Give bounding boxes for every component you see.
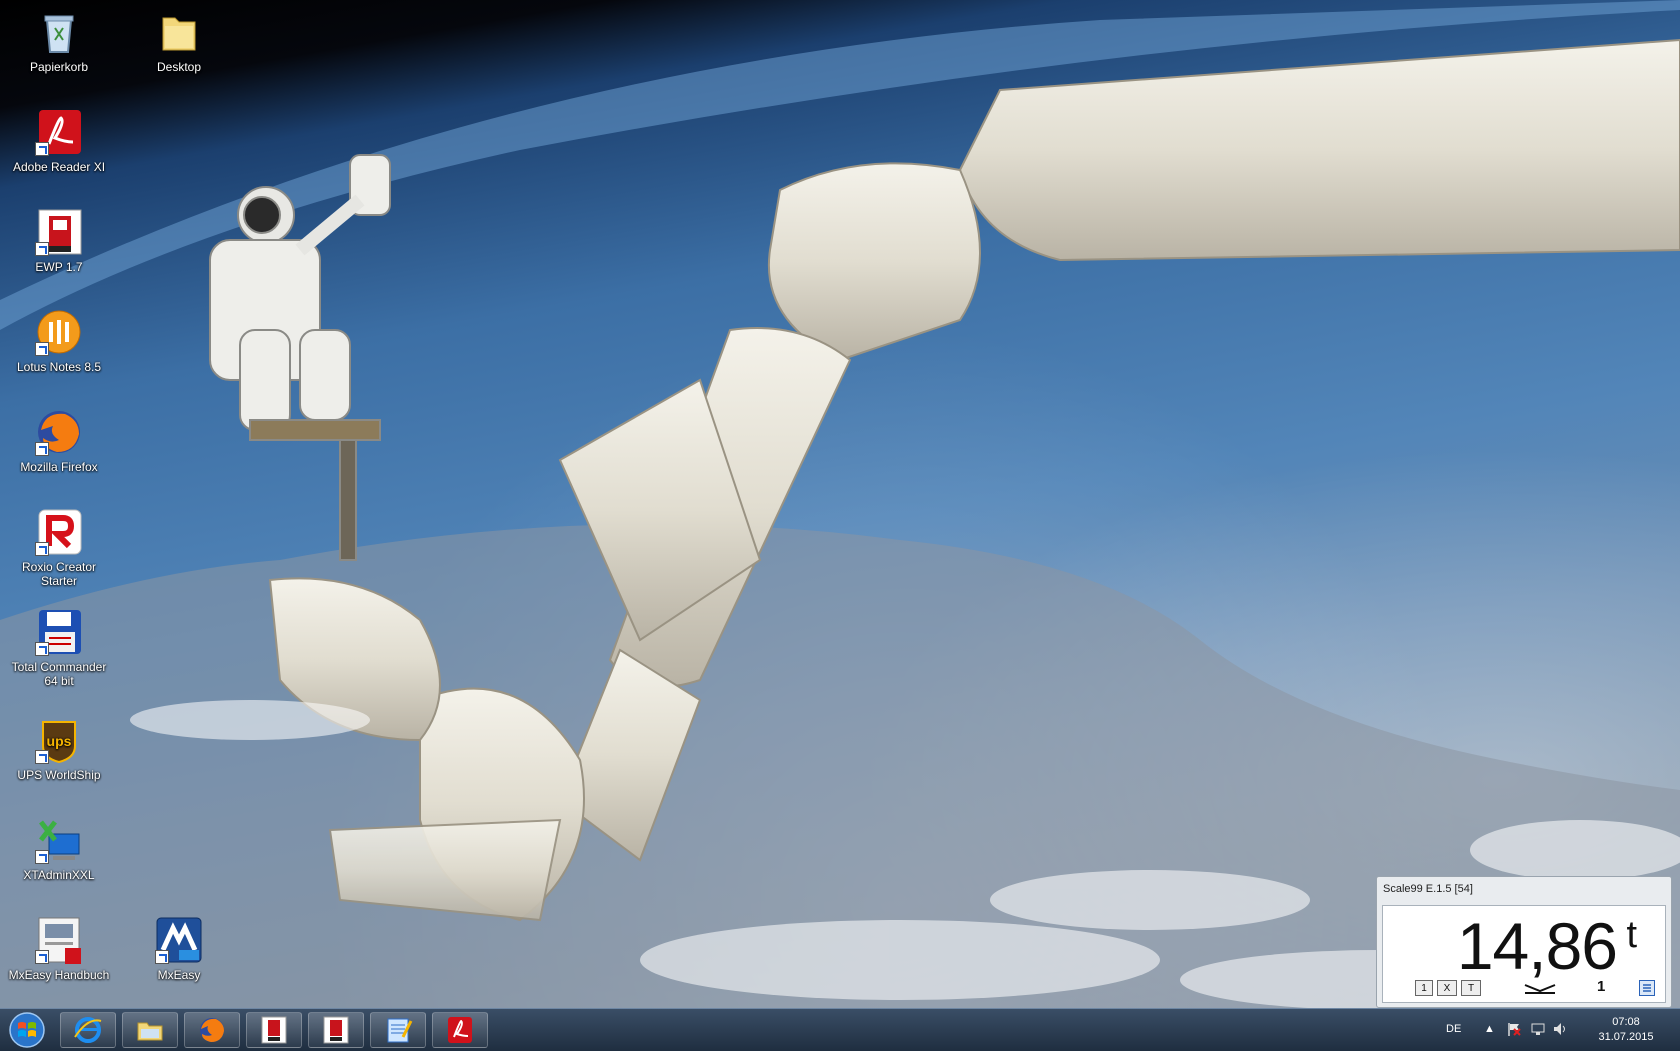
firefox-icon (200, 1018, 224, 1042)
desktop-icon-mxeasy[interactable]: MxEasy (124, 916, 234, 982)
volume-icon[interactable] (1552, 1021, 1568, 1040)
adobe-reader-icon (35, 108, 83, 156)
ewp-icon (323, 1016, 349, 1044)
language-indicator[interactable]: DE (1446, 1023, 1461, 1035)
network-icon[interactable] (1530, 1021, 1546, 1040)
desktop-icon-label: Desktop (156, 60, 202, 74)
show-hidden-icons-chevron-icon[interactable]: ▲ (1484, 1023, 1495, 1035)
ups-icon: ups (35, 716, 83, 764)
widget-display: 14,86 t 1 X T 1 (1382, 905, 1666, 1003)
desktop-icon-firefox[interactable]: Mozilla Firefox (4, 408, 114, 474)
system-tray: DE ▲ 07:08 31.07.2015 (1440, 1009, 1680, 1051)
total-commander-icon (35, 608, 83, 656)
weight-value: 14,86 (1456, 909, 1618, 983)
desktop-icon-adobe-reader[interactable]: Adobe Reader XI (4, 108, 114, 174)
desktop-icon-xtadminxxl[interactable]: XTAdminXXL (4, 816, 114, 882)
desktop-icon-desktop-folder[interactable]: Desktop (124, 8, 234, 74)
scale-button-tare[interactable]: T (1461, 980, 1481, 996)
shortcut-arrow-icon (155, 950, 169, 964)
mxeasy-handbuch-icon (35, 916, 83, 964)
shortcut-arrow-icon (35, 642, 49, 656)
widget-menu-icon[interactable] (1639, 980, 1655, 996)
action-center-flag-icon[interactable] (1506, 1021, 1522, 1040)
desktop-icon-label: Roxio Creator Starter (21, 560, 97, 588)
scale-widget[interactable]: Scale99 E.1.5 [54] 14,86 t 1 X T 1 (1376, 876, 1672, 1008)
desktop-icon-lotus-notes[interactable]: Lotus Notes 8.5 (4, 308, 114, 374)
scale-count: 1 (1597, 978, 1606, 995)
shortcut-arrow-icon (35, 142, 49, 156)
stable-indicator-icon (1523, 982, 1557, 994)
start-orb-icon (9, 1012, 45, 1048)
mxeasy-icon (155, 916, 203, 964)
adobe-reader-icon (448, 1017, 472, 1043)
clock-date: 31.07.2015 (1598, 1031, 1654, 1043)
shortcut-arrow-icon (35, 442, 49, 456)
shortcut-arrow-icon (35, 242, 49, 256)
roxio-icon (35, 508, 83, 556)
desktop-icon-label: MxEasy Handbuch (8, 968, 110, 982)
widget-title: Scale99 E.1.5 [54] (1383, 883, 1473, 895)
desktop-icon-total-commander[interactable]: Total Commander 64 bit (4, 608, 114, 688)
start-button[interactable] (4, 1011, 50, 1049)
desktop-icon-recycle-bin[interactable]: Papierkorb (4, 8, 114, 74)
shortcut-arrow-icon (35, 750, 49, 764)
taskbar-adobe-reader[interactable] (432, 1012, 488, 1048)
taskbar-ewp-2[interactable] (308, 1012, 364, 1048)
shortcut-arrow-icon (35, 342, 49, 356)
desktop-icon-label: MxEasy (157, 968, 201, 982)
ewp-icon (261, 1016, 287, 1044)
clock-time: 07:08 (1612, 1016, 1640, 1028)
firefox-icon (35, 408, 83, 456)
shortcut-arrow-icon (35, 850, 49, 864)
svg-text:ups: ups (47, 733, 72, 749)
desktop-icon-roxio[interactable]: Roxio Creator Starter (4, 508, 114, 588)
desktop-icon-label: UPS WorldShip (17, 768, 101, 782)
desktop-icon-label: Papierkorb (29, 60, 89, 74)
scale-button-zero[interactable]: X (1437, 980, 1457, 996)
weight-unit: t (1626, 914, 1637, 956)
recycle-bin-icon (35, 8, 83, 56)
desktop-icon-label: Total Commander 64 bit (11, 660, 107, 688)
internet-explorer-icon (74, 1017, 102, 1043)
clock[interactable]: 07:08 31.07.2015 (1586, 1015, 1666, 1045)
desktop-icon-label: XTAdminXXL (23, 868, 95, 882)
desktop-icon-ewp[interactable]: EWP 1.7 (4, 208, 114, 274)
taskbar-internet-explorer[interactable] (60, 1012, 116, 1048)
shortcut-arrow-icon (35, 950, 49, 964)
taskbar-notepad[interactable] (370, 1012, 426, 1048)
file-explorer-icon (137, 1022, 163, 1041)
xtadmin-icon (35, 816, 83, 864)
folder-icon (155, 8, 203, 56)
wallpaper-art (0, 0, 1680, 1008)
desktop-icon-label: EWP 1.7 (35, 260, 83, 274)
scale-button-1[interactable]: 1 (1415, 980, 1433, 996)
desktop-icon-mxeasy-handbuch[interactable]: MxEasy Handbuch (4, 916, 114, 982)
desktop-icon-label: Adobe Reader XI (12, 160, 106, 174)
ewp-icon (35, 208, 83, 256)
desktop-icon-label: Lotus Notes 8.5 (16, 360, 102, 374)
taskbar-ewp-1[interactable] (246, 1012, 302, 1048)
taskbar-firefox[interactable] (184, 1012, 240, 1048)
desktop-icon-ups-worldship[interactable]: ups UPS WorldShip (4, 716, 114, 782)
taskbar: DE ▲ 07:08 31.07.2015 (0, 1008, 1680, 1051)
notepad-icon (387, 1018, 413, 1043)
shortcut-arrow-icon (35, 542, 49, 556)
desktop-icon-label: Mozilla Firefox (20, 460, 98, 474)
lotus-notes-icon (35, 308, 83, 356)
taskbar-file-explorer[interactable] (122, 1012, 178, 1048)
